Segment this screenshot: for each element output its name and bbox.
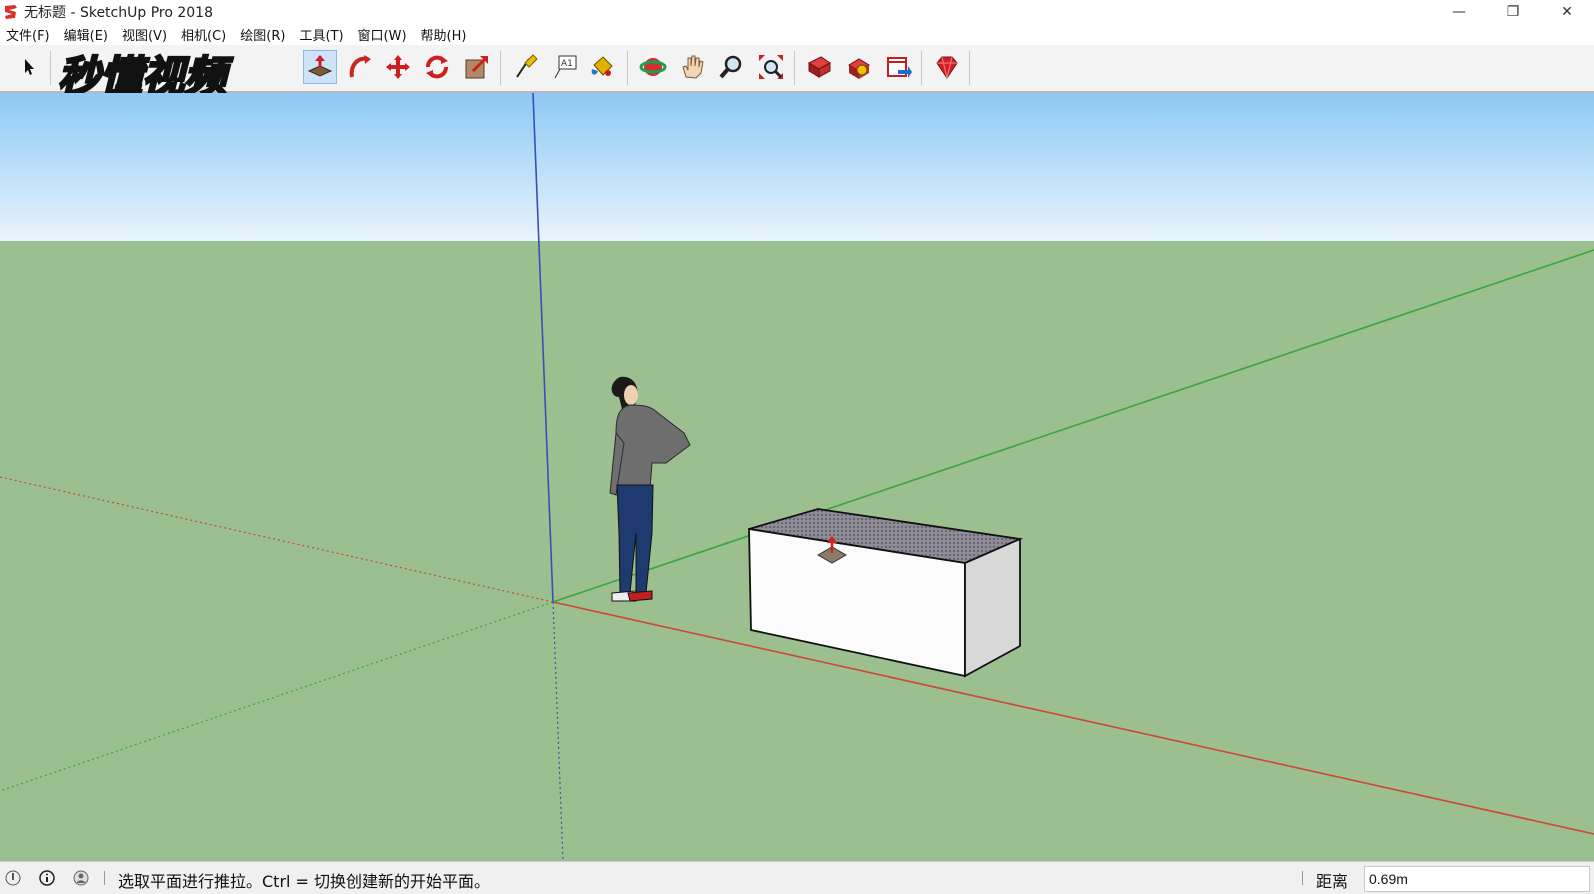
sketchup-window: 无标题 - SketchUp Pro 2018 — ❐ ✕ 文件(F) 编辑(E…: [0, 0, 1594, 894]
scale-tool-button[interactable]: [460, 50, 494, 84]
zoom-extents-icon: [759, 55, 783, 79]
window-title: 无标题 - SketchUp Pro 2018: [24, 5, 213, 21]
measurements-label: 距离: [1316, 872, 1349, 891]
3d-warehouse-button[interactable]: [802, 50, 836, 84]
pan-tool-button[interactable]: [675, 50, 709, 84]
zoom-extents-tool-button[interactable]: [754, 50, 788, 84]
select-tool-button[interactable]: [12, 50, 46, 84]
restore-button[interactable]: ❐: [1486, 0, 1540, 24]
box-side-face[interactable]: [964, 537, 1021, 678]
green-axis: [552, 249, 1594, 603]
orbit-tool-button[interactable]: [636, 50, 670, 84]
menu-window[interactable]: 窗口(W): [352, 25, 415, 44]
layout-icon: [887, 57, 912, 78]
paint-bucket-tool-button[interactable]: [585, 50, 619, 84]
scale-figure[interactable]: [609, 376, 691, 602]
blue-axis-negative: [552, 601, 564, 861]
push-pull-icon: [307, 55, 333, 77]
magnifier-icon: [719, 55, 742, 79]
svg-text:A1: A1: [561, 59, 573, 69]
move-tool-button[interactable]: [381, 50, 415, 84]
green-axis-negative: [0, 601, 554, 792]
hand-icon: [682, 55, 704, 79]
orbit-icon: [639, 58, 667, 76]
sketchup-logo-icon: [2, 3, 20, 21]
minimize-button[interactable]: —: [1432, 0, 1486, 24]
text-tool-button[interactable]: A1: [548, 50, 582, 84]
measurements-input[interactable]: [1364, 866, 1590, 892]
menu-view[interactable]: 视图(V): [116, 25, 175, 44]
menu-tools[interactable]: 工具(T): [293, 25, 351, 44]
tape-measure-icon: [516, 54, 538, 78]
close-button[interactable]: ✕: [1540, 0, 1594, 24]
user-account-icon[interactable]: [72, 869, 90, 887]
ruby-console-button[interactable]: [929, 50, 963, 84]
menu-bar: 文件(F) 编辑(E) 视图(V) 相机(C) 绘图(R) 工具(T) 窗口(W…: [0, 24, 1594, 45]
zoom-tool-button[interactable]: [714, 50, 748, 84]
status-message: 选取平面进行推拉。Ctrl = 切换创建新的开始平面。: [118, 872, 491, 891]
send-to-layout-button[interactable]: [881, 50, 915, 84]
warehouse-icon: [807, 56, 831, 78]
menu-file[interactable]: 文件(F): [0, 25, 58, 44]
title-bar: 无标题 - SketchUp Pro 2018 — ❐ ✕: [0, 0, 1594, 24]
follow-me-tool-button[interactable]: [343, 50, 377, 84]
text-label-icon: A1: [554, 55, 577, 79]
blue-axis: [532, 93, 554, 603]
extension-warehouse-button[interactable]: [842, 50, 876, 84]
paint-bucket-icon: [591, 56, 613, 76]
menu-camera[interactable]: 相机(C): [175, 25, 234, 44]
menu-draw[interactable]: 绘图(R): [234, 25, 293, 44]
geo-location-icon[interactable]: [4, 869, 22, 887]
arrow-cursor-icon: [25, 59, 34, 75]
status-bar: 选取平面进行推拉。Ctrl = 切换创建新的开始平面。 距离: [0, 861, 1594, 894]
move-arrows-icon: [386, 55, 410, 79]
scene-canvas: [0, 93, 1594, 861]
extension-warehouse-icon: [848, 58, 870, 79]
red-axis-negative: [0, 476, 554, 603]
follow-me-icon: [349, 55, 371, 78]
scale-icon: [465, 55, 489, 79]
ruby-gem-icon: [936, 56, 958, 79]
box-model[interactable]: [748, 508, 1024, 678]
menu-edit[interactable]: 编辑(E): [58, 25, 116, 44]
rotate-tool-button[interactable]: [420, 50, 454, 84]
red-axis: [552, 601, 1594, 835]
push-pull-tool-button[interactable]: [303, 50, 337, 84]
modeling-viewport[interactable]: [0, 93, 1594, 861]
rotate-icon: [426, 55, 448, 79]
tape-measure-tool-button[interactable]: [508, 50, 542, 84]
info-icon[interactable]: [38, 869, 56, 887]
menu-help[interactable]: 帮助(H): [415, 25, 475, 44]
